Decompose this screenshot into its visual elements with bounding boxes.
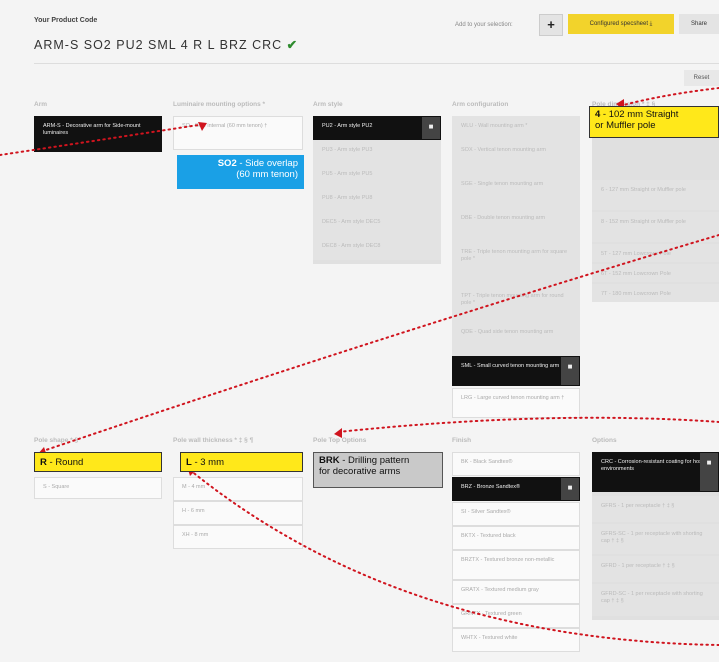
arrow-wall xyxy=(189,469,719,646)
callout-arrows xyxy=(0,87,719,646)
arrow-brk xyxy=(337,416,719,433)
callout-brk-text: - Drilling pattern xyxy=(339,455,410,466)
arrow-so2 xyxy=(0,123,206,156)
arrow-pole xyxy=(619,87,719,107)
callout-pole-line1: 4 - 102 mm Straight xyxy=(595,109,713,120)
callout-brk: BRK - Drilling pattern for decorative ar… xyxy=(313,452,443,488)
callout-so2-line2: (60 mm tenon) xyxy=(236,169,298,180)
callout-so2: SO2 - Side overlap (60 mm tenon) xyxy=(177,155,304,189)
callout-so2-code: SO2 xyxy=(217,158,237,169)
callout-so2-text: - Side overlap xyxy=(236,158,298,169)
callout-round-code: R xyxy=(40,457,47,468)
callout-so2-line1: SO2 - Side overlap xyxy=(183,158,298,169)
callout-wall: L - 3 mm xyxy=(180,452,303,472)
callout-pole: 4 - 102 mm Straight or Muffler pole xyxy=(589,106,719,138)
callout-round-text: - Round xyxy=(46,457,84,468)
callout-brk-code: BRK xyxy=(319,455,340,466)
arrowhead-so2 xyxy=(198,122,207,131)
callout-round: R - Round xyxy=(34,452,162,472)
callout-pole-line2: or Muffler pole xyxy=(595,120,656,131)
arrow-round xyxy=(39,234,719,453)
callout-wall-text: - 3 mm xyxy=(191,457,225,468)
arrowhead-brk xyxy=(334,428,342,438)
callout-pole-text: - 102 mm Straight xyxy=(600,109,679,120)
callout-brk-line2: for decorative arms xyxy=(319,466,401,477)
callout-brk-line1: BRK - Drilling pattern xyxy=(319,455,437,466)
